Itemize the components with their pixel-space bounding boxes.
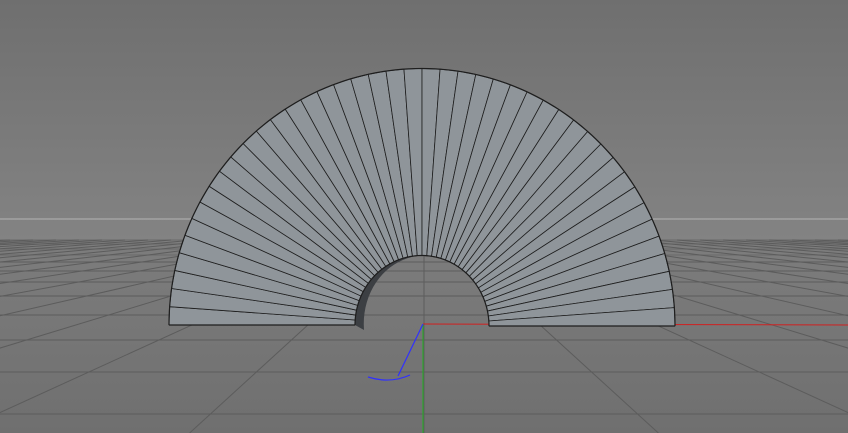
viewport-canvas[interactable] <box>0 0 848 433</box>
3d-viewport[interactable] <box>0 0 848 433</box>
